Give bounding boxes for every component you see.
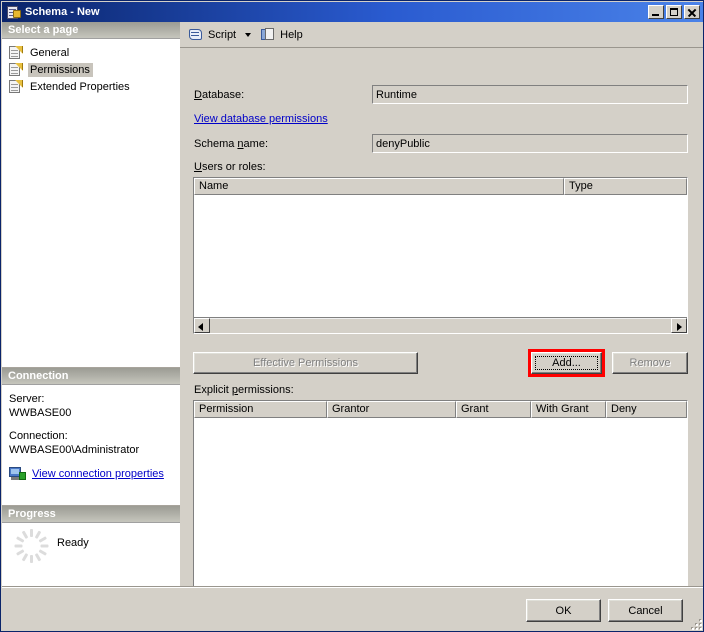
sidebar-item-label: Extended Properties [30, 80, 130, 93]
ok-label: OK [555, 604, 572, 617]
users-list-header: Name Type [194, 178, 687, 195]
toolbar: Script Help [180, 22, 703, 48]
column-header-permission[interactable]: Permission [194, 401, 327, 418]
column-header-type[interactable]: Type [564, 178, 687, 195]
column-header-name[interactable]: Name [194, 178, 564, 195]
users-or-roles-label: Users or roles: [194, 161, 266, 173]
database-label: DDatabase:atabase: [194, 89, 245, 101]
cancel-button[interactable]: Cancel [608, 599, 683, 622]
window-controls [648, 5, 700, 19]
column-header-deny[interactable]: Deny [606, 401, 687, 418]
progress-spinner-icon [14, 529, 48, 563]
explicit-permissions-label: Explicit permissions: [194, 384, 294, 396]
cancel-label: Cancel [628, 604, 663, 617]
users-list-body[interactable] [194, 195, 687, 317]
connection-header: Connection [2, 368, 180, 385]
select-a-page-header: Select a page [2, 22, 180, 39]
column-header-grantor[interactable]: Grantor [327, 401, 456, 418]
users-or-roles-list[interactable]: Name Type [193, 177, 688, 334]
remove-button: Remove [612, 352, 688, 374]
remove-label: Remove [629, 357, 671, 369]
connection-label: Connection: [9, 430, 68, 442]
schema-new-dialog: Schema - New Select a page General Permi… [0, 0, 704, 632]
script-button[interactable]: Script [184, 25, 240, 45]
resize-grip[interactable] [688, 616, 702, 630]
server-value: WWBASE00 [9, 407, 72, 419]
page-icon [8, 45, 24, 60]
column-header-with-grant[interactable]: With Grant [531, 401, 606, 418]
sidebar-item-extended-properties[interactable]: Extended Properties [6, 78, 178, 95]
schema-name-field[interactable]: denyPublic [372, 134, 688, 153]
sidebar-item-label: General [30, 46, 70, 59]
sidebar-item-general[interactable]: General [6, 44, 178, 61]
permissions-content: DDatabase:atabase: Runtime View database… [180, 49, 703, 602]
help-icon [260, 27, 276, 43]
view-database-permissions-link[interactable]: View database permissions [194, 113, 328, 125]
explicit-list-header: Permission Grantor Grant With Grant Deny [194, 401, 687, 418]
help-button[interactable]: Help [256, 25, 307, 45]
help-label: Help [280, 28, 303, 41]
page-icon [8, 62, 24, 77]
connection-value: WWBASE00\Administrator [9, 444, 140, 456]
title-bar[interactable]: Schema - New [2, 2, 703, 22]
minimize-button[interactable] [648, 5, 664, 19]
schema-name-label: Schema name: [194, 138, 269, 150]
chevron-down-icon[interactable] [245, 32, 252, 37]
main-panel: Script Help DDatabase:atabase: Runtime V… [180, 22, 703, 602]
connection-properties-icon [9, 466, 27, 482]
sidebar-item-label: Permissions [28, 62, 93, 77]
column-header-grant[interactable]: Grant [456, 401, 531, 418]
scroll-track[interactable] [210, 318, 671, 333]
maximize-button[interactable] [666, 5, 682, 19]
explicit-list-body[interactable] [194, 418, 687, 601]
page-icon [8, 79, 24, 94]
database-field: Runtime [372, 85, 688, 104]
dialog-footer: OK Cancel [2, 587, 703, 631]
page-list: General Permissions Extended Properties [2, 39, 180, 368]
sidebar-item-permissions[interactable]: Permissions [6, 61, 178, 78]
scroll-right-button[interactable] [671, 318, 687, 333]
view-connection-properties-row: View connection properties [9, 466, 172, 482]
server-label: Server: [9, 393, 45, 405]
schema-icon [6, 5, 22, 20]
scroll-left-button[interactable] [194, 318, 210, 333]
connection-panel: Server: WWBASE00 Connection: WWBASE00\Ad… [2, 385, 180, 506]
progress-status: Ready [57, 537, 89, 549]
effective-permissions-label: Effective Permissions [253, 357, 358, 369]
script-label: Script [208, 28, 237, 41]
ok-button[interactable]: OK [526, 599, 601, 622]
sidebar: Select a page General Permissions Extend… [2, 22, 180, 603]
view-connection-properties-link[interactable]: View connection properties [32, 467, 164, 481]
close-button[interactable] [684, 5, 700, 19]
effective-permissions-button: Effective Permissions [193, 352, 418, 374]
users-list-hscrollbar[interactable] [194, 317, 687, 333]
window-title: Schema - New [25, 6, 100, 18]
progress-header: Progress [2, 506, 180, 523]
explicit-permissions-list[interactable]: Permission Grantor Grant With Grant Deny [193, 400, 688, 602]
script-icon [188, 27, 204, 43]
add-button-highlight [528, 349, 605, 377]
